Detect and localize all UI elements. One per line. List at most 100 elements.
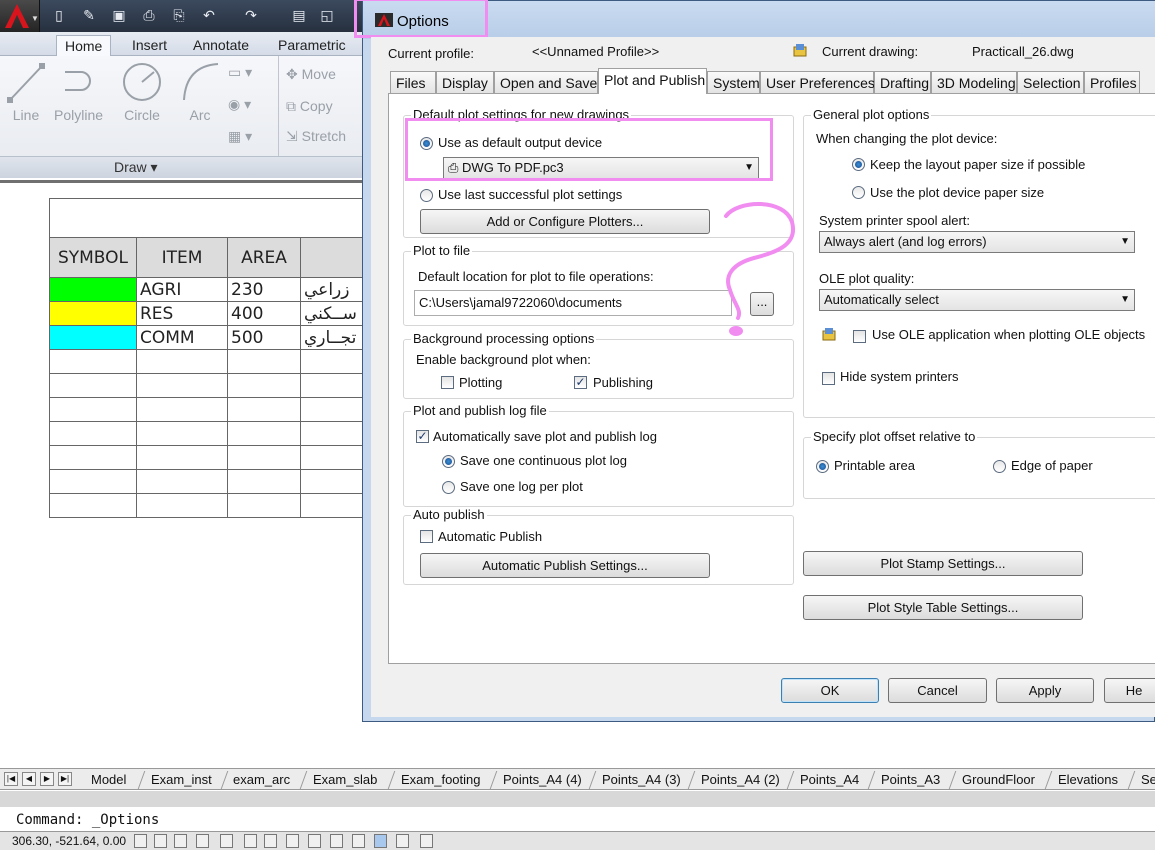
line-tool[interactable]: Line <box>6 56 46 123</box>
use-ole-checkbox[interactable] <box>853 330 866 343</box>
stretch-button[interactable]: ⇲ Stretch <box>286 128 346 145</box>
circle-tool[interactable]: Circle <box>122 56 162 123</box>
redo-icon[interactable]: ↷ <box>242 6 260 24</box>
move-button[interactable]: ✥ Move <box>286 66 336 83</box>
undo-icon[interactable]: ↶ <box>200 6 218 24</box>
ducs-icon[interactable] <box>308 834 321 848</box>
tab-home[interactable]: Home <box>56 35 112 56</box>
tab-plot-and-publish[interactable]: Plot and Publish <box>598 68 707 94</box>
tab-user-preferences[interactable]: User Preferences <box>760 71 875 93</box>
layout-tab[interactable]: Exam_footing <box>401 771 481 789</box>
layout-tab-model[interactable]: Model <box>91 771 126 789</box>
save-icon[interactable]: ▣ <box>110 6 128 24</box>
auto-save-log-checkbox[interactable]: ✓ <box>416 430 429 443</box>
otrack-icon[interactable] <box>286 834 299 848</box>
tab-selection[interactable]: Selection <box>1017 71 1084 93</box>
osnap-icon[interactable] <box>244 834 257 848</box>
plot-file-location-input[interactable]: C:\Users\jamal9722060\documents <box>414 290 732 316</box>
layout-tab[interactable]: Points_A4 (2) <box>701 771 780 789</box>
last-settings-label: Use last successful plot settings <box>438 187 623 202</box>
plot-icon[interactable]: ⎙ <box>140 6 158 24</box>
polar-icon[interactable] <box>220 834 233 848</box>
tab-display[interactable]: Display <box>436 71 494 93</box>
new-icon[interactable]: ▯ <box>50 6 68 24</box>
region-tool[interactable]: ▦ ▾ <box>228 128 252 145</box>
tab-3d-modeling[interactable]: 3D Modeling <box>931 71 1017 93</box>
tab-annotate[interactable]: Annotate <box>185 35 257 56</box>
tab-divider <box>220 771 229 789</box>
printable-area-label: Printable area <box>834 458 915 473</box>
first-tab-icon[interactable]: |◀ <box>4 772 18 786</box>
edge-of-paper-radio[interactable] <box>993 460 1006 473</box>
layout-tab[interactable]: Points_A4 (3) <box>602 771 681 789</box>
dyn-icon[interactable] <box>330 834 343 848</box>
arc-tool[interactable]: Arc <box>180 56 220 123</box>
tab-profiles[interactable]: Profiles <box>1084 71 1140 93</box>
last-settings-radio[interactable] <box>420 189 433 202</box>
tab-files[interactable]: Files <box>390 71 436 93</box>
layout-tab[interactable]: Se <box>1141 771 1155 789</box>
application-menu-button[interactable]: ▼ <box>0 0 40 34</box>
layout-tab[interactable]: GroundFloor <box>962 771 1035 789</box>
command-line[interactable]: Command: _Options <box>16 812 159 828</box>
plotting-checkbox[interactable] <box>441 376 454 389</box>
last-tab-icon[interactable]: ▶| <box>58 772 72 786</box>
publishing-checkbox[interactable]: ✓ <box>574 376 587 389</box>
draw-panel-footer[interactable]: Draw ▾ <box>0 156 362 178</box>
next-tab-icon[interactable]: ▶ <box>40 772 54 786</box>
grid-icon[interactable] <box>174 834 187 848</box>
rectangle-tool[interactable]: ▭ ▾ <box>228 64 252 81</box>
keep-layout-radio[interactable] <box>852 158 865 171</box>
auto-publish-settings-button[interactable]: Automatic Publish Settings... <box>420 553 710 578</box>
properties-icon[interactable]: ▤ <box>290 6 308 24</box>
table-row: COMM 500 تجــاري <box>49 325 370 350</box>
3dosnap-icon[interactable] <box>264 834 277 848</box>
device-paper-radio[interactable] <box>852 186 865 199</box>
layout-tab[interactable]: Points_A3 <box>881 771 940 789</box>
prev-tab-icon[interactable]: ◀ <box>22 772 36 786</box>
sc-icon[interactable] <box>420 834 433 848</box>
plot-style-table-settings-button[interactable]: Plot Style Table Settings... <box>803 595 1083 620</box>
ok-button[interactable]: OK <box>781 678 879 703</box>
tab-open-and-save[interactable]: Open and Save <box>494 71 598 93</box>
continuous-log-radio[interactable] <box>442 455 455 468</box>
hide-printers-checkbox[interactable] <box>822 372 835 385</box>
ole-quality-select[interactable]: Automatically select ▼ <box>819 289 1135 311</box>
tab-drafting[interactable]: Drafting <box>874 71 931 93</box>
printable-area-radio[interactable] <box>816 460 829 473</box>
match-icon[interactable]: ◱ <box>318 6 336 24</box>
per-plot-log-radio[interactable] <box>442 481 455 494</box>
automatic-publish-checkbox[interactable] <box>420 530 433 543</box>
hatch-tool[interactable]: ◉ ▾ <box>228 96 251 113</box>
add-plotters-button[interactable]: Add or Configure Plotters... <box>420 209 710 234</box>
help-button[interactable]: He <box>1104 678 1155 703</box>
polyline-tool[interactable]: Polyline <box>54 56 103 123</box>
layout-tab[interactable]: Elevations <box>1058 771 1118 789</box>
command-window[interactable]: Command: _Options <box>0 791 1155 831</box>
layout-tab[interactable]: Exam_slab <box>313 771 377 789</box>
spool-alert-select[interactable]: Always alert (and log errors) ▼ <box>819 231 1135 253</box>
layout-tab[interactable]: Exam_inst <box>151 771 212 789</box>
snap-icon[interactable] <box>154 834 167 848</box>
group-label: Specify plot offset relative to <box>811 429 978 444</box>
layout-tab[interactable]: Points_A4 <box>800 771 859 789</box>
infer-icon[interactable] <box>134 834 147 848</box>
dialog-title-bar[interactable]: Options <box>354 0 1155 39</box>
ortho-icon[interactable] <box>196 834 209 848</box>
table-row: AGRI 230 زراعي <box>49 277 370 302</box>
layout-tab[interactable]: exam_arc <box>233 771 290 789</box>
tpy-icon[interactable] <box>374 834 387 848</box>
open-icon[interactable]: ✎ <box>80 6 98 24</box>
lwt-icon[interactable] <box>352 834 365 848</box>
tab-parametric[interactable]: Parametric <box>270 35 354 56</box>
item-cell: AGRI <box>136 277 228 302</box>
tab-insert[interactable]: Insert <box>124 35 175 56</box>
tab-system[interactable]: System <box>707 71 760 93</box>
apply-button[interactable]: Apply <box>996 678 1094 703</box>
qp-icon[interactable] <box>396 834 409 848</box>
publish-icon[interactable]: ⎘ <box>170 6 188 24</box>
plot-stamp-settings-button[interactable]: Plot Stamp Settings... <box>803 551 1083 576</box>
cancel-button[interactable]: Cancel <box>888 678 987 703</box>
copy-button[interactable]: ⧉ Copy <box>286 98 333 115</box>
layout-tab[interactable]: Points_A4 (4) <box>503 771 582 789</box>
